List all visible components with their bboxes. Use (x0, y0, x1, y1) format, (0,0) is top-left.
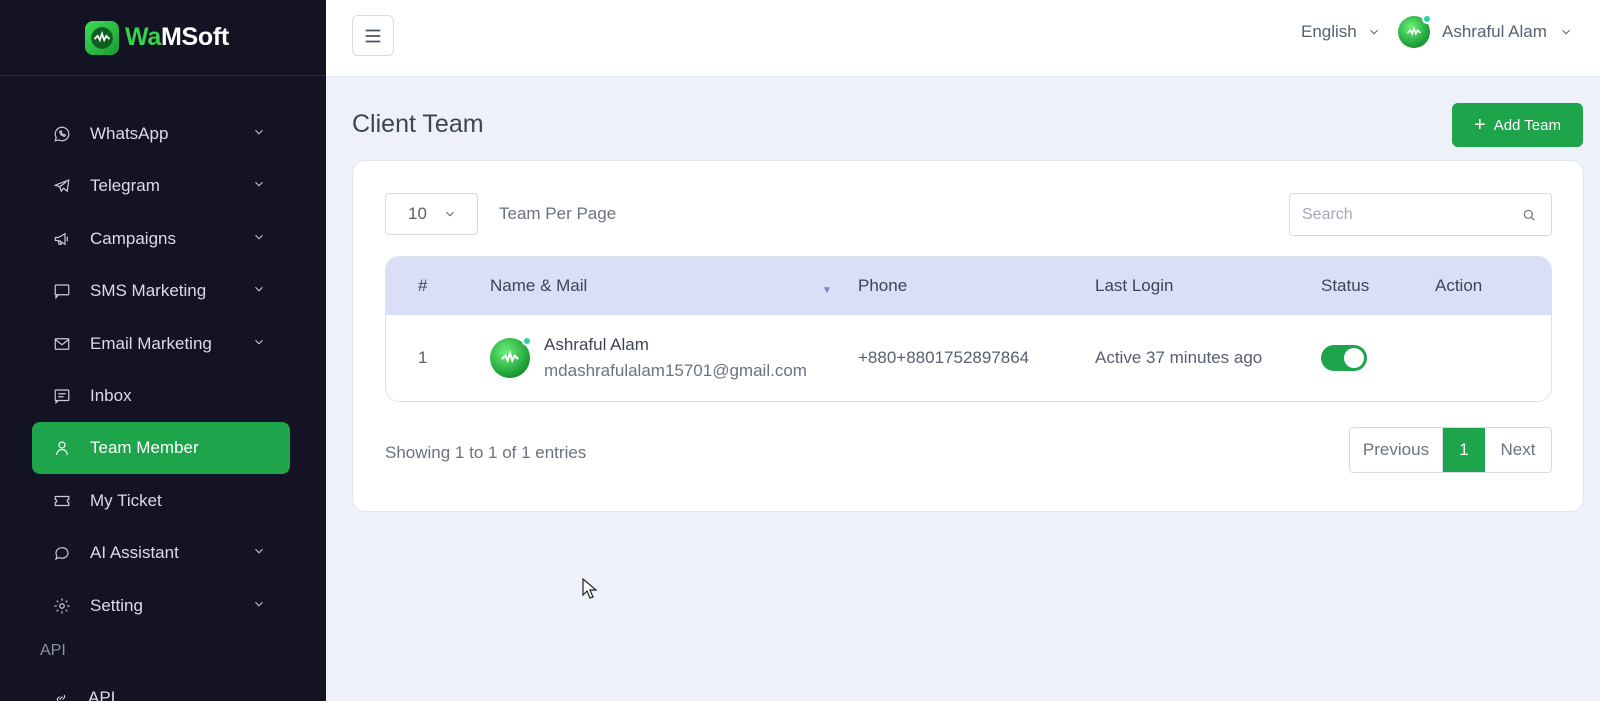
table-header-row: # Name & Mail ▼ Phone Last Login Status … (386, 257, 1551, 315)
sidebar-item-telegram[interactable]: Telegram (32, 160, 290, 212)
sms-icon (52, 281, 72, 301)
menu-toggle-button[interactable] (352, 15, 394, 56)
brand-logo[interactable]: WaMSoft (0, 0, 326, 76)
member-phone: +880+8801752897864 (858, 348, 1030, 367)
toggle-knob (1344, 348, 1364, 368)
chevron-down-icon (1562, 29, 1570, 35)
member-name: Ashraful Alam (544, 335, 649, 354)
link-icon (56, 694, 66, 701)
column-header-phone: Phone (858, 276, 908, 295)
add-team-button[interactable]: + Add Team (1452, 103, 1583, 147)
column-header-status: Status (1321, 276, 1370, 295)
chat-icon (52, 543, 72, 563)
user-cell: Ashraful Alam mdashrafulalam15701@gmail.… (490, 335, 807, 381)
sidebar-item-ai-assistant[interactable]: AI Assistant (32, 527, 290, 579)
logo-icon (1406, 25, 1422, 36)
sidebar-item-label: WhatsApp (90, 124, 169, 143)
next-page-button[interactable]: Next (1485, 428, 1551, 472)
previous-page-button[interactable]: Previous (1350, 428, 1443, 472)
sidebar-section-label: API (40, 642, 66, 659)
member-last-login: Active 37 minutes ago (1095, 348, 1263, 367)
pagination: Previous 1 Next (1349, 427, 1552, 473)
column-header-last-login: Last Login (1095, 276, 1174, 295)
team-table: # Name & Mail ▼ Phone Last Login Status … (385, 256, 1552, 402)
per-page-value: 10 (408, 204, 427, 223)
status-toggle[interactable] (1321, 345, 1367, 371)
megaphone-icon (52, 229, 72, 249)
user-menu[interactable]: Ashraful Alam (1398, 14, 1573, 48)
per-page-label: Team Per Page (499, 204, 617, 223)
table-row: 1 Ashraful Alam mdashrafulalam15701@gmai… (386, 315, 1551, 401)
sidebar-item-label: Inbox (90, 385, 132, 405)
entries-summary: Showing 1 to 1 of 1 entries (385, 443, 587, 462)
sidebar-item-label: Campaigns (90, 228, 176, 248)
sidebar-item-my-ticket[interactable]: My Ticket (32, 475, 290, 527)
search-box (1289, 193, 1552, 236)
sidebar-item-label: SMS Marketing (90, 281, 207, 301)
chevron-down-icon (252, 229, 266, 249)
team-card: 10 Team Per Page # Name & Mail ▼ Phone L… (352, 160, 1584, 512)
ticket-icon (52, 491, 72, 511)
online-indicator (1422, 14, 1432, 24)
sort-indicator-icon[interactable]: ▼ (822, 285, 832, 296)
sidebar-item-sms-marketing[interactable]: SMS Marketing (32, 265, 290, 317)
row-index: 1 (418, 348, 428, 367)
chevron-down-icon (252, 176, 266, 196)
mouse-cursor-icon (582, 578, 598, 599)
sidebar-item-email-marketing[interactable]: Email Marketing (32, 318, 290, 370)
member-email: mdashrafulalam15701@gmail.com (544, 361, 807, 380)
sidebar-item-campaigns[interactable]: Campaigns (32, 213, 290, 265)
chevron-down-icon (252, 124, 266, 144)
sidebar-item-label: Telegram (90, 176, 160, 196)
sidebar: WaMSoft WhatsApp Telegram Campaigns SMS … (0, 0, 326, 701)
logo-icon (85, 20, 120, 55)
language-label: English (1301, 22, 1357, 41)
avatar (1398, 14, 1432, 48)
sidebar-item-inbox[interactable]: Inbox (32, 370, 290, 422)
plus-icon: + (1474, 114, 1486, 136)
sidebar-item-label: Team Member (90, 438, 199, 458)
avatar (490, 336, 532, 378)
logo-icon (501, 350, 519, 364)
add-team-label: Add Team (1493, 116, 1561, 134)
online-indicator (522, 336, 532, 346)
sidebar-item-whatsapp[interactable]: WhatsApp (32, 108, 290, 160)
sidebar-item-label: AI Assistant (90, 543, 179, 563)
chevron-down-icon (252, 334, 266, 354)
inbox-icon (52, 386, 72, 406)
column-header-action: Action (1435, 276, 1483, 295)
sidebar-item-label: API (88, 688, 116, 701)
mail-icon (52, 334, 72, 354)
chevron-down-icon (446, 211, 454, 217)
chevron-down-icon (252, 596, 266, 616)
brand-name: WaMSoft (125, 23, 229, 51)
chevron-down-icon (252, 281, 266, 301)
sidebar-item-label: Setting (90, 595, 143, 615)
gear-icon (52, 596, 72, 616)
search-input[interactable] (1290, 194, 1551, 235)
telegram-icon (52, 176, 72, 196)
sidebar-item-label: Email Marketing (90, 333, 212, 353)
user-icon (52, 438, 72, 458)
sidebar-item-team-member[interactable]: Team Member (32, 422, 290, 475)
column-header-name-mail[interactable]: Name & Mail (490, 276, 587, 296)
page-title: Client Team (352, 110, 484, 138)
whatsapp-icon (52, 124, 72, 144)
column-header-index: # (418, 276, 428, 295)
chevron-down-icon (252, 543, 266, 563)
chevron-down-icon (1369, 29, 1378, 35)
hamburger-icon (365, 29, 381, 42)
sidebar-menu: WhatsApp Telegram Campaigns SMS Marketin… (32, 108, 290, 632)
search-icon[interactable] (1521, 207, 1537, 223)
user-name: Ashraful Alam (1442, 22, 1547, 41)
sidebar-item-label: My Ticket (90, 490, 162, 510)
page-number-button[interactable]: 1 (1443, 428, 1485, 472)
top-header: English Ashraful Alam (326, 0, 1600, 77)
sidebar-item-api[interactable]: API (52, 688, 115, 701)
language-selector[interactable]: English (1301, 22, 1381, 42)
per-page-select[interactable]: 10 (385, 193, 478, 235)
sidebar-item-setting[interactable]: Setting (32, 580, 290, 632)
